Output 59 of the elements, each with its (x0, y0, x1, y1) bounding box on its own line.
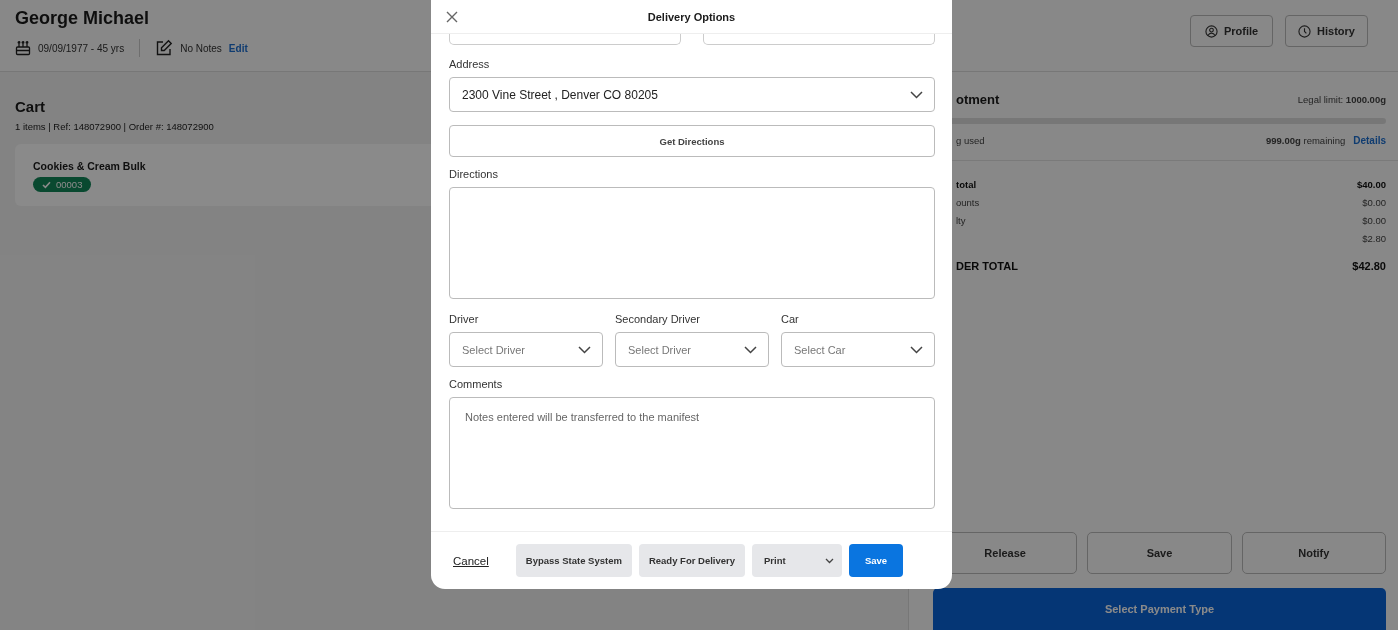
chevron-down-icon (744, 345, 757, 354)
profile-button[interactable]: Profile (1190, 15, 1273, 47)
total-label: lty (956, 215, 966, 228)
remaining-amount: 999.00g remaining (1265, 135, 1346, 146)
save-button[interactable]: Save (849, 544, 903, 577)
input-field[interactable] (449, 34, 681, 45)
item-name: Cookies & Cream Bulk (33, 160, 147, 172)
check-icon (42, 180, 51, 189)
cancel-link[interactable]: Cancel (453, 554, 489, 567)
notes-status: No Notes (180, 42, 222, 54)
field-label: Comments (449, 378, 504, 390)
history-button[interactable]: History (1285, 15, 1368, 47)
field-label: Secondary Driver (615, 313, 701, 325)
input-field[interactable] (703, 34, 935, 45)
dialog-title: Delivery Options (647, 10, 736, 23)
dropdown-select[interactable]: Select Driver (615, 332, 769, 367)
details-link[interactable]: Details (1353, 135, 1386, 146)
chevron-down-icon (825, 557, 834, 564)
total-value: $0.00 (1362, 215, 1386, 228)
close-icon[interactable] (446, 11, 458, 23)
customer-name: George Michael (15, 8, 151, 29)
chevron-down-icon (910, 345, 923, 354)
chevron-down-icon (578, 345, 591, 354)
action-button[interactable]: Save (1087, 532, 1232, 574)
chevron-down-icon (910, 90, 923, 99)
get-directions-button[interactable]: Get Directions (449, 125, 935, 157)
field-label: Car (781, 313, 800, 325)
legal-limit: Legal limit: 1000.00g (1297, 94, 1386, 105)
address-select[interactable]: 2300 Vine Street , Denver CO 80205 (449, 77, 935, 112)
batch-badge: 00003 (33, 177, 92, 192)
action-button[interactable]: Bypass State System (515, 544, 632, 577)
print-select[interactable]: Print (752, 544, 842, 577)
dropdown-select[interactable]: Select Driver (449, 332, 603, 367)
user-icon (1204, 24, 1218, 38)
field-label: Directions (449, 168, 499, 180)
action-button[interactable]: Ready For Delivery (638, 544, 745, 577)
field-label: Driver (449, 313, 480, 325)
total-value: $40.00 (1356, 179, 1386, 192)
order-total-label: DER TOTAL (956, 260, 1018, 273)
edit-link[interactable]: Edit (228, 42, 248, 54)
select-payment-button[interactable]: Select Payment Type (933, 588, 1386, 630)
field-label: Address (449, 58, 491, 70)
cake-icon (15, 40, 31, 56)
birth-date: 09/09/1977 - 45 yrs (38, 42, 125, 54)
clock-icon (1298, 24, 1312, 38)
comments-field[interactable]: Notes entered will be transferred to the manifest (449, 397, 935, 509)
allotment-title: otment (956, 92, 1000, 107)
directions-field[interactable] (449, 187, 935, 299)
order-total-value: $42.80 (1352, 260, 1386, 273)
action-button[interactable]: Notify (1241, 532, 1386, 574)
total-label: total (956, 179, 977, 192)
edit-icon (155, 39, 174, 57)
used-amount: g used (956, 135, 985, 146)
cart-title: Cart (15, 98, 45, 115)
total-label: ounts (956, 197, 980, 210)
cart-summary: 1 items | Ref: 148072900 | Order #: 148072900 (15, 121, 215, 132)
total-value: $2.80 (1362, 233, 1386, 246)
dropdown-select[interactable]: Select Car (781, 332, 935, 367)
total-value: $0.00 (1362, 197, 1386, 210)
